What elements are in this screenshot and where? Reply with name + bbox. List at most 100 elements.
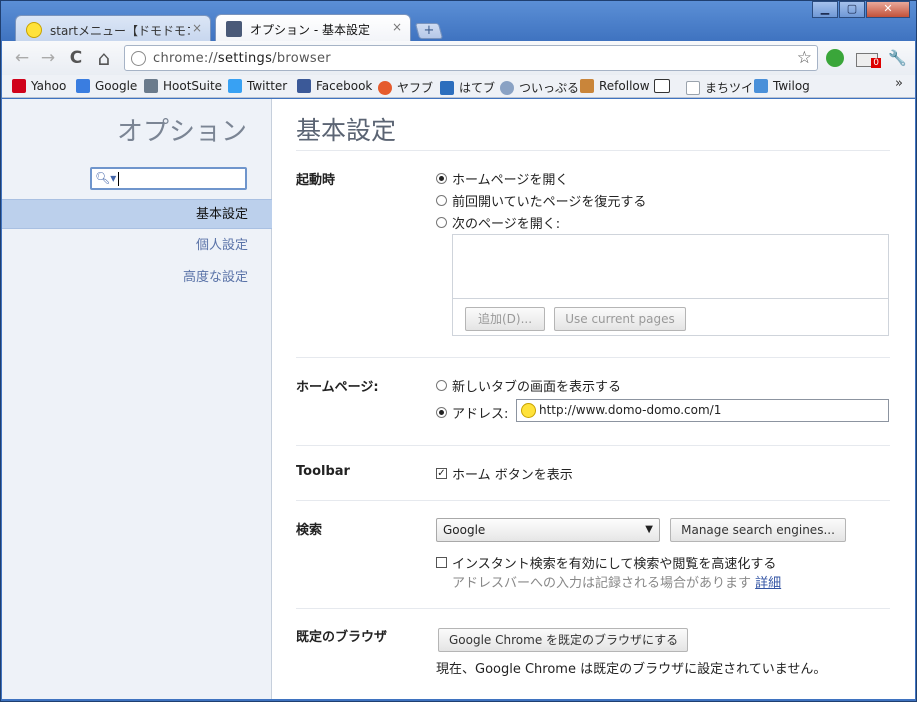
back-button[interactable]: ← [12,48,32,68]
startup-pages-area[interactable] [453,235,888,299]
add-page-button[interactable]: 追加(D)... [465,307,545,331]
bookmark-refollow[interactable]: Refollow [580,79,650,93]
tab-label: オプション - 基本設定 [250,23,370,37]
reload-button[interactable]: C [66,48,86,68]
startup-restore-session[interactable]: 前回開いていたページを復元する [436,191,646,210]
search-engine-select[interactable]: Google ▼ [436,518,660,542]
bookmark-yahoo-bookmark[interactable]: ヤフブ [378,79,433,96]
checkbox-unchecked-icon[interactable] [436,557,447,568]
extension-badge-icon[interactable]: 0 [856,53,881,68]
bookmark-hatena[interactable]: はてブ [440,79,495,96]
radio-button[interactable] [436,195,447,206]
tab-startmenu[interactable]: startメニュー【ドモドモコーポ… × [15,15,211,42]
dropdown-arrow-icon: ▼ [645,524,653,535]
window-controls: ▁ ▢ ✕ [811,1,910,19]
home-button[interactable]: ⌂ [94,48,114,68]
plus-icon: + [423,23,435,38]
search-icon: 🔍︎▾ [95,171,117,185]
startup-label: 起動時 [296,173,336,188]
smiley-favicon-icon [521,403,536,418]
text-caret [118,172,119,186]
divider [296,150,890,151]
yahoo-bookmark-icon [378,80,392,95]
tab-label: startメニュー【ドモドモコーポ… [50,24,190,38]
new-tab-button[interactable]: + [414,23,444,39]
fof-icon [654,79,670,93]
tab-strip: startメニュー【ドモドモコーポ… × オプション - 基本設定 × + [7,13,787,42]
wrench-favicon-icon [226,21,242,37]
refollow-icon [580,79,594,93]
use-current-pages-button[interactable]: Use current pages [554,307,686,331]
bookmark-twipple[interactable]: ついっぷる [500,79,579,96]
radio-button[interactable] [436,380,447,391]
divider [296,500,890,501]
show-home-button-option[interactable]: ✓ ホーム ボタンを表示 [436,464,573,483]
forward-button[interactable]: → [38,48,58,68]
startup-open-homepage[interactable]: ホームページを開く [436,169,568,188]
facebook-icon [297,79,311,93]
search-label: 検索 [296,523,323,538]
settings-main: 基本設定 起動時 ホームページを開く 前回開いていたページを復元する 次のページ… [296,99,896,699]
hatena-icon [440,80,454,95]
twitter-icon [228,79,242,93]
homepage-url-input[interactable]: http://www.domo-domo.com/1 [516,399,889,422]
homepage-new-tab-option[interactable]: 新しいタブの画面を表示する [436,376,621,395]
bookmark-machitwi[interactable]: まちツイ [686,79,753,96]
twilog-icon [754,79,768,93]
sidebar-item-personal[interactable]: 個人設定 [2,231,272,261]
smiley-favicon-icon [26,22,42,38]
bookmarks-bar: Yahoo Google HootSuite Twitter Facebook … [2,75,915,98]
bookmark-star-icon[interactable]: ☆ [797,48,812,68]
radio-button[interactable] [436,217,447,228]
bookmark-fof[interactable] [654,79,675,93]
radio-button[interactable] [436,173,447,184]
hootsuite-icon [144,79,158,93]
sidebar-item-advanced[interactable]: 高度な設定 [2,263,272,293]
tab-close-icon[interactable]: × [392,20,402,34]
startup-pages-list: 追加(D)... Use current pages [452,234,889,336]
close-window-button[interactable]: ✕ [866,1,910,18]
default-browser-status: 現在、Google Chrome は既定のブラウザに設定されていません。 [436,662,827,677]
address-bar[interactable]: chrome://settings/browser ☆ [124,45,818,71]
minimize-button[interactable]: ▁ [812,1,838,18]
settings-page: オプション 🔍︎▾ 基本設定 個人設定 高度な設定 基本設定 起動時 ホームペー… [2,99,915,699]
bookmark-yahoo[interactable]: Yahoo [12,79,66,93]
url-text: chrome://settings/browser [153,51,331,66]
bookmark-hootsuite[interactable]: HootSuite [144,79,222,93]
default-browser-label: 既定のブラウザ [296,630,388,645]
divider [296,357,890,358]
google-icon [76,79,90,93]
settings-search-input[interactable]: 🔍︎▾ [90,167,247,190]
toolbar-label: Toolbar [296,464,350,479]
bookmark-twilog[interactable]: Twilog [754,79,810,93]
sidebar-item-basics[interactable]: 基本設定 [2,199,272,229]
bookmark-google[interactable]: Google [76,79,137,93]
bookmark-facebook[interactable]: Facebook [297,79,372,93]
sidebar-title: オプション [116,117,247,147]
divider [296,608,890,609]
divider [296,445,890,446]
wrench-icon[interactable]: 🔧 [888,49,907,67]
radio-button[interactable] [436,407,447,418]
page-icon [131,51,146,66]
bookmark-twitter[interactable]: Twitter [228,79,287,93]
maximize-button[interactable]: ▢ [839,1,865,18]
make-default-browser-button[interactable]: Google Chrome を既定のブラウザにする [438,628,688,652]
extension-icon[interactable] [826,49,844,67]
settings-sidebar: オプション 🔍︎▾ 基本設定 個人設定 高度な設定 [2,99,272,699]
page-title: 基本設定 [296,116,397,145]
badge-count: 0 [871,58,881,68]
tab-options[interactable]: オプション - 基本設定 × [215,14,411,42]
homepage-address-option[interactable]: アドレス: [436,403,508,422]
instant-search-option[interactable]: インスタント検索を有効にして検索や閲覧を高速化する [436,553,776,572]
startup-open-pages[interactable]: 次のページを開く: [436,213,560,232]
yahoo-icon [12,79,26,93]
homepage-label: ホームページ: [296,380,379,395]
learn-more-link[interactable]: 詳細 [755,576,781,591]
checkbox-checked-icon[interactable]: ✓ [436,468,447,479]
instant-search-note: アドレスバーへの入力は記録される場合があります 詳細 [452,576,782,591]
tab-close-icon[interactable]: × [192,21,202,35]
page-icon [686,80,700,95]
bookmarks-overflow-icon[interactable]: » [895,76,903,91]
manage-search-engines-button[interactable]: Manage search engines... [670,518,846,542]
